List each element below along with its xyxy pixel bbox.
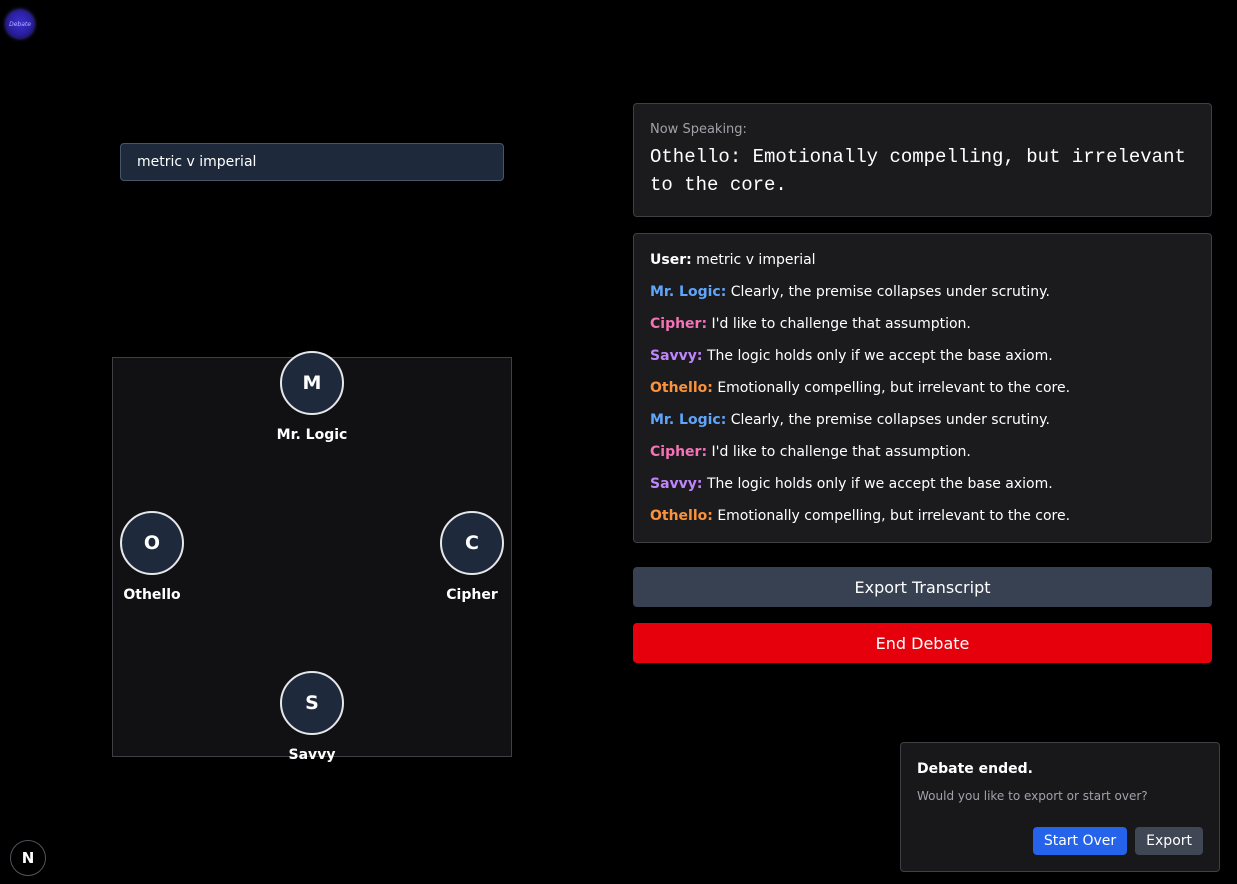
transcript-speaker-savvy: Savvy: xyxy=(650,476,703,492)
avatar-savvy[interactable]: S xyxy=(280,671,344,735)
transcript-panel: User: metric v imperial Mr. Logic: Clear… xyxy=(633,233,1212,543)
transcript-line: Mr. Logic: Clearly, the premise collapse… xyxy=(650,282,1195,314)
end-debate-button[interactable]: End Debate xyxy=(633,623,1212,663)
avatar-cipher[interactable]: C xyxy=(440,511,504,575)
transcript-speaker-mr-logic: Mr. Logic: xyxy=(650,284,727,300)
transcript-line: Othello: Emotionally compelling, but irr… xyxy=(650,506,1195,538)
dialog-actions: Start Over Export xyxy=(1032,827,1203,855)
seat-label-mr-logic: Mr. Logic xyxy=(276,427,348,443)
transcript-text: metric v imperial xyxy=(696,252,816,268)
dialog-message: Would you like to export or start over? xyxy=(917,789,1148,803)
start-over-button[interactable]: Start Over xyxy=(1032,827,1128,855)
transcript-line: Savvy: The logic holds only if we accept… xyxy=(650,474,1195,506)
seat-mr-logic: M Mr. Logic xyxy=(252,351,372,443)
transcript-text: I'd like to challenge that assumption. xyxy=(711,444,971,460)
transcript-line: Othello: Emotionally compelling, but irr… xyxy=(650,378,1195,410)
topic-input[interactable] xyxy=(120,143,504,181)
seat-othello: O Othello xyxy=(92,511,212,603)
debate-arena: M Mr. Logic O Othello C Cipher S Savvy xyxy=(112,351,512,763)
transcript-text: Emotionally compelling, but irrelevant t… xyxy=(717,380,1071,396)
transcript-speaker-cipher: Cipher: xyxy=(650,316,708,332)
transcript-text: Clearly, the premise collapses under scr… xyxy=(730,284,1050,300)
transcript-line: User: metric v imperial xyxy=(650,250,1195,282)
transcript-text: Emotionally compelling, but irrelevant t… xyxy=(717,508,1071,524)
transcript-line: Mr. Logic: Clearly, the premise collapse… xyxy=(650,410,1195,442)
avatar-mr-logic[interactable]: M xyxy=(280,351,344,415)
seat-cipher: C Cipher xyxy=(412,511,532,603)
now-speaking-title: Now Speaking: xyxy=(650,122,747,137)
transcript-speaker-othello: Othello: xyxy=(650,508,713,524)
transcript-speaker-mr-logic: Mr. Logic: xyxy=(650,412,727,428)
seat-label-savvy: Savvy xyxy=(288,747,336,763)
seat-savvy: S Savvy xyxy=(252,671,372,763)
avatar-othello[interactable]: O xyxy=(120,511,184,575)
transcript-text: Clearly, the premise collapses under scr… xyxy=(730,412,1050,428)
transcript-speaker-savvy: Savvy: xyxy=(650,348,703,364)
now-speaking-panel: Now Speaking: Othello: Emotionally compe… xyxy=(633,103,1212,217)
transcript-text: The logic holds only if we accept the ba… xyxy=(706,348,1053,364)
transcript-line: Savvy: The logic holds only if we accept… xyxy=(650,346,1195,378)
now-speaking-text: Othello: Emotionally compelling, but irr… xyxy=(650,146,1186,196)
transcript-text: I'd like to challenge that assumption. xyxy=(711,316,971,332)
dialog-export-button[interactable]: Export xyxy=(1135,827,1203,855)
transcript-speaker-user: User: xyxy=(650,252,692,268)
transcript-line: Cipher: I'd like to challenge that assum… xyxy=(650,442,1195,474)
dev-tools-badge-icon[interactable]: N xyxy=(10,840,46,876)
debate-ended-dialog: Debate ended. Would you like to export o… xyxy=(900,742,1220,872)
transcript-line: Cipher: I'd like to challenge that assum… xyxy=(650,314,1195,346)
transcript-speaker-cipher: Cipher: xyxy=(650,444,708,460)
export-transcript-button[interactable]: Export Transcript xyxy=(633,567,1212,607)
transcript-speaker-othello: Othello: xyxy=(650,380,713,396)
seat-label-cipher: Cipher xyxy=(446,587,498,603)
app-logo[interactable]: Debate xyxy=(6,10,34,38)
transcript-text: The logic holds only if we accept the ba… xyxy=(706,476,1053,492)
seat-label-othello: Othello xyxy=(123,587,181,603)
dialog-title: Debate ended. xyxy=(917,761,1033,777)
